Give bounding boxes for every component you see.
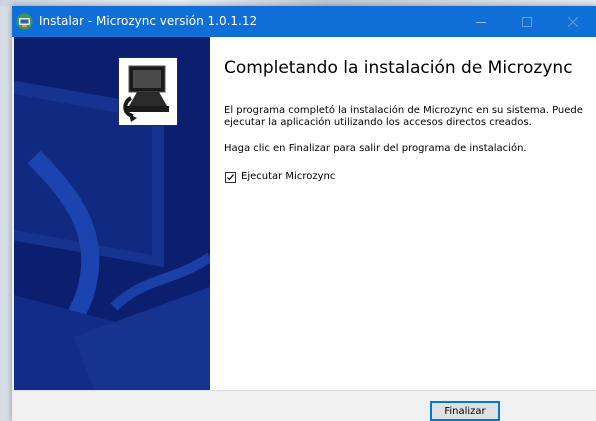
wizard-side-panel — [14, 37, 210, 390]
run-app-checkbox-row[interactable]: Ejecutar Microzync — [225, 170, 335, 184]
close-icon — [568, 16, 578, 27]
computer-illustration — [14, 37, 210, 390]
run-app-checkbox[interactable] — [225, 171, 236, 183]
page-title: Completando la instalación de Microzync — [224, 58, 573, 78]
installer-app-icon — [16, 13, 33, 30]
installer-window: Instalar - Microzync versión 1.0.1.12 Co… — [12, 6, 596, 421]
finish-instruction: Haga clic en Finalizar para salir del pr… — [224, 143, 527, 154]
title-bar[interactable]: Instalar - Microzync versión 1.0.1.12 — [12, 6, 596, 37]
installer-logo — [118, 57, 178, 126]
checkmark-icon — [227, 173, 234, 180]
computer-icon — [123, 65, 169, 122]
wizard-content: Completando la instalación de Microzync … — [14, 37, 596, 390]
close-button[interactable] — [550, 6, 596, 37]
completion-message: El programa completó la instalación de M… — [224, 105, 583, 128]
minimize-icon — [476, 21, 486, 23]
finish-button[interactable]: Finalizar — [430, 401, 500, 421]
footer-divider — [12, 390, 596, 391]
maximize-button[interactable] — [504, 6, 550, 37]
window-title: Instalar - Microzync versión 1.0.1.12 — [39, 14, 258, 28]
minimize-button[interactable] — [458, 6, 504, 37]
run-app-label[interactable]: Ejecutar Microzync — [241, 171, 335, 183]
maximize-icon — [522, 16, 532, 27]
